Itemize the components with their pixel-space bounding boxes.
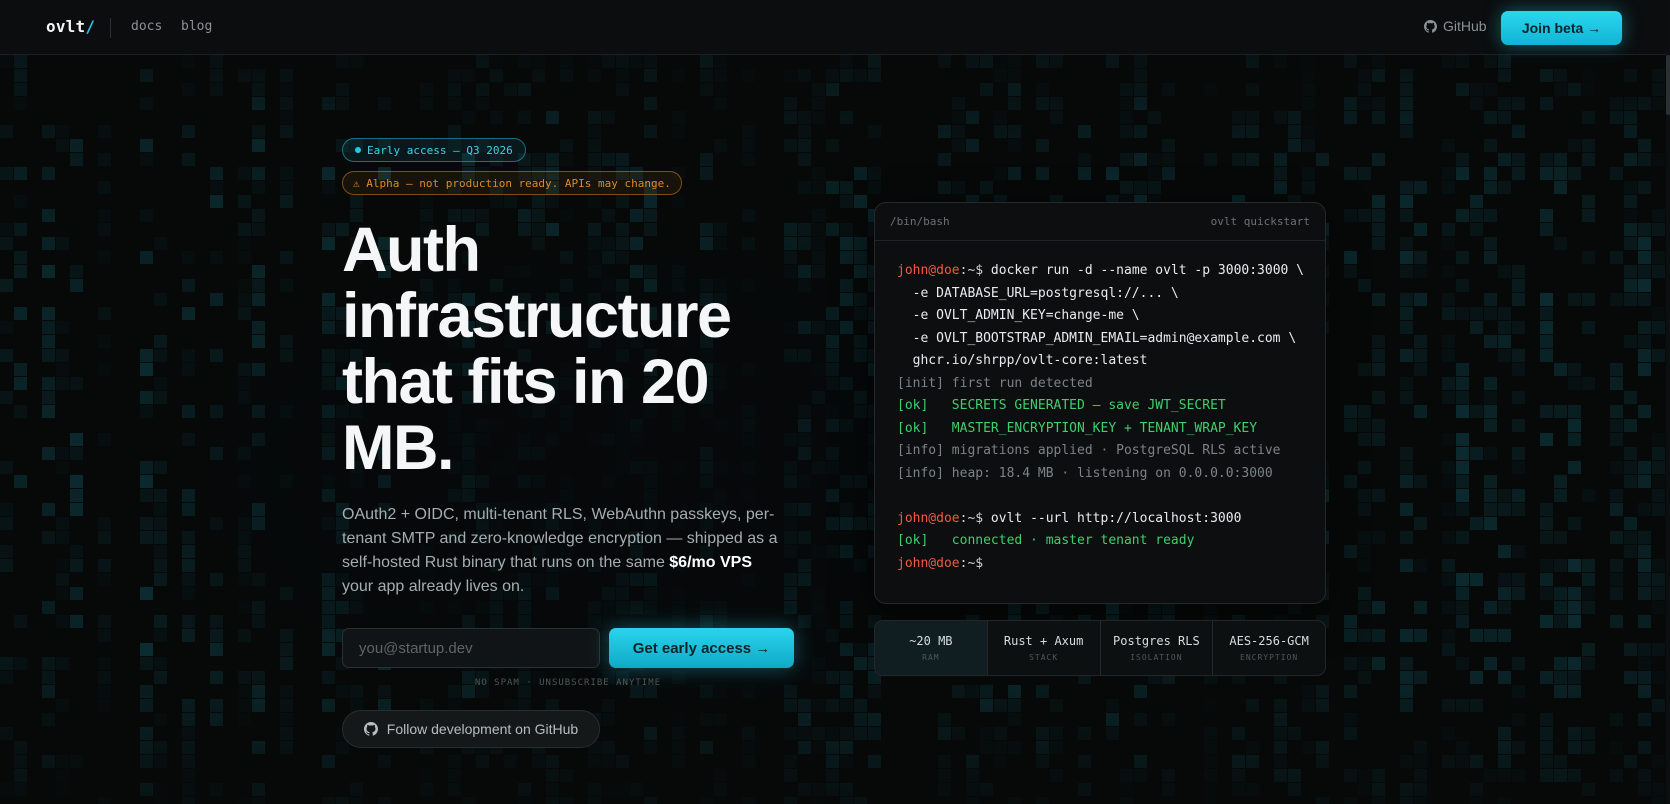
info-text: [info] heap: 18.4 MB · listening on 0.0.… bbox=[897, 465, 1273, 481]
top-nav: ovlt/ docs blog GitHub Join beta → bbox=[0, 0, 1670, 55]
background-vignette bbox=[0, 55, 1670, 804]
terminal-line: -e OVLT_ADMIN_KEY=change-me \ bbox=[897, 305, 1303, 328]
nav-link-docs[interactable]: docs bbox=[131, 19, 162, 34]
scrollbar-thumb[interactable] bbox=[1666, 55, 1670, 115]
hero-subcopy: OAuth2 + OIDC, multi-tenant RLS, WebAuth… bbox=[342, 503, 782, 599]
terminal-header: /bin/bash ovlt quickstart bbox=[875, 203, 1325, 241]
alpha-warning-badge: ⚠ Alpha — not production ready. APIs may… bbox=[342, 171, 682, 195]
command-text: docker run -d --name ovlt -p 3000:3000 \ bbox=[983, 263, 1305, 278]
ok-text: [ok] MASTER_ENCRYPTION_KEY + TENANT_WRAP… bbox=[897, 420, 1258, 436]
terminal-line: [ok] SECRETS GENERATED — save JWT_SECRET bbox=[897, 395, 1303, 418]
terminal-line: -e OVLT_BOOTSTRAP_ADMIN_EMAIL=admin@exam… bbox=[897, 328, 1303, 351]
github-link-label: GitHub bbox=[1443, 18, 1487, 34]
stat-value: AES-256-GCM bbox=[1229, 634, 1309, 648]
hero-section: Early access — Q3 2026 ⚠ Alpha — not pro… bbox=[342, 138, 812, 748]
scrollbar-track[interactable] bbox=[1666, 0, 1670, 804]
logo-text: ovlt bbox=[46, 17, 86, 36]
early-access-badge-label: Early access — Q3 2026 bbox=[367, 143, 513, 157]
stat-item: AES-256-GCM ENCRYPTION bbox=[1213, 621, 1325, 675]
stat-value: Rust + Axum bbox=[1003, 634, 1084, 648]
nav-link-blog[interactable]: blog bbox=[181, 19, 212, 34]
terminal-line: john@doe:~$ bbox=[897, 553, 1303, 576]
stat-label: RAM bbox=[922, 653, 940, 662]
terminal-line: [ok] MASTER_ENCRYPTION_KEY + TENANT_WRAP… bbox=[897, 418, 1303, 441]
info-text: [init] first run detected bbox=[897, 375, 1093, 391]
terminal-line: [ok] connected · master tenant ready bbox=[897, 530, 1303, 553]
cmd-text: ghcr.io/shrpp/ovlt-core:latest bbox=[897, 353, 1148, 368]
stat-item: ~20 MB RAM bbox=[875, 621, 988, 675]
terminal-subtitle: ovlt quickstart bbox=[1210, 215, 1310, 228]
terminal-line: ghcr.io/shrpp/ovlt-core:latest bbox=[897, 350, 1303, 373]
terminal-line: [info] migrations applied · PostgreSQL R… bbox=[897, 440, 1303, 463]
subcopy-text-end: your app already lives on. bbox=[342, 578, 525, 595]
hero-headline: Auth infrastructure that fits in 20 MB. bbox=[342, 215, 732, 483]
ok-text: [ok] connected · master tenant ready bbox=[897, 533, 1195, 548]
prompt-path: :~$ bbox=[959, 510, 984, 526]
cmd-text: -e DATABASE_URL=postgresql://... \ bbox=[897, 285, 1179, 301]
prompt-path: :~$ bbox=[959, 555, 984, 571]
stat-value: ~20 MB bbox=[909, 634, 953, 648]
email-input[interactable] bbox=[342, 628, 600, 668]
nav-divider bbox=[110, 18, 111, 38]
prompt-path: :~$ bbox=[959, 263, 984, 278]
terminal-line: john@doe:~$ docker run -d --name ovlt -p… bbox=[897, 260, 1305, 283]
subcopy-price: $6/mo VPS bbox=[669, 554, 752, 571]
logo[interactable]: ovlt/ bbox=[46, 17, 95, 36]
stats-bar: ~20 MB RAM Rust + Axum STACK Postgres RLS ISO… bbox=[874, 620, 1326, 676]
terminal-line: -e DATABASE_URL=postgresql://... \ bbox=[897, 283, 1303, 306]
terminal-line: [info] heap: 18.4 MB · listening on 0.0.… bbox=[897, 463, 1303, 486]
early-access-badge: Early access — Q3 2026 bbox=[342, 138, 526, 162]
info-text: [info] migrations applied · PostgreSQL R… bbox=[897, 443, 1281, 458]
logo-slash: / bbox=[85, 17, 96, 36]
ok-text: [ok] SECRETS GENERATED — save JWT_SECRET bbox=[897, 398, 1226, 413]
terminal-line: john@doe:~$ ovlt --url http://localhost:… bbox=[897, 508, 1303, 531]
github-icon bbox=[363, 722, 378, 736]
terminal-line: [init] first run detected bbox=[897, 373, 1303, 396]
cmd-text: -e OVLT_ADMIN_KEY=change-me \ bbox=[897, 308, 1140, 323]
command-text: ovlt --url http://localhost:3000 bbox=[983, 510, 1242, 526]
terminal-title: /bin/bash bbox=[890, 215, 950, 228]
github-link[interactable]: GitHub bbox=[1424, 18, 1487, 34]
prompt-user: john@doe bbox=[897, 263, 960, 278]
follow-github-label: Follow development on GitHub bbox=[386, 721, 579, 737]
prompt-user: john@doe bbox=[897, 555, 960, 571]
cmd-text: -e OVLT_BOOTSTRAP_ADMIN_EMAIL=admin@exam… bbox=[897, 330, 1297, 346]
stat-value: Postgres RLS bbox=[1113, 634, 1200, 648]
github-icon bbox=[1424, 19, 1437, 33]
stat-item: Rust + Axum STACK bbox=[988, 621, 1101, 675]
stat-item: Postgres RLS ISOLATION bbox=[1101, 621, 1214, 675]
no-spam-note: NO SPAM · UNSUBSCRIBE ANYTIME bbox=[474, 678, 662, 688]
signup-form: Get early access → bbox=[342, 628, 812, 668]
stat-label: ENCRYPTION bbox=[1240, 653, 1299, 662]
stat-label: ISOLATION bbox=[1130, 653, 1183, 662]
get-early-access-button[interactable]: Get early access → bbox=[609, 628, 794, 668]
prompt-user: john@doe bbox=[897, 510, 960, 526]
status-dot-icon bbox=[355, 147, 361, 153]
join-beta-button[interactable]: Join beta → bbox=[1501, 11, 1622, 45]
terminal-output: john@doe:~$ docker run -d --name ovlt -p… bbox=[875, 241, 1325, 575]
follow-github-button[interactable]: Follow development on GitHub bbox=[342, 710, 600, 748]
stat-label: STACK bbox=[1029, 653, 1059, 662]
terminal-window: /bin/bash ovlt quickstart john@doe:~$ do… bbox=[874, 202, 1326, 604]
